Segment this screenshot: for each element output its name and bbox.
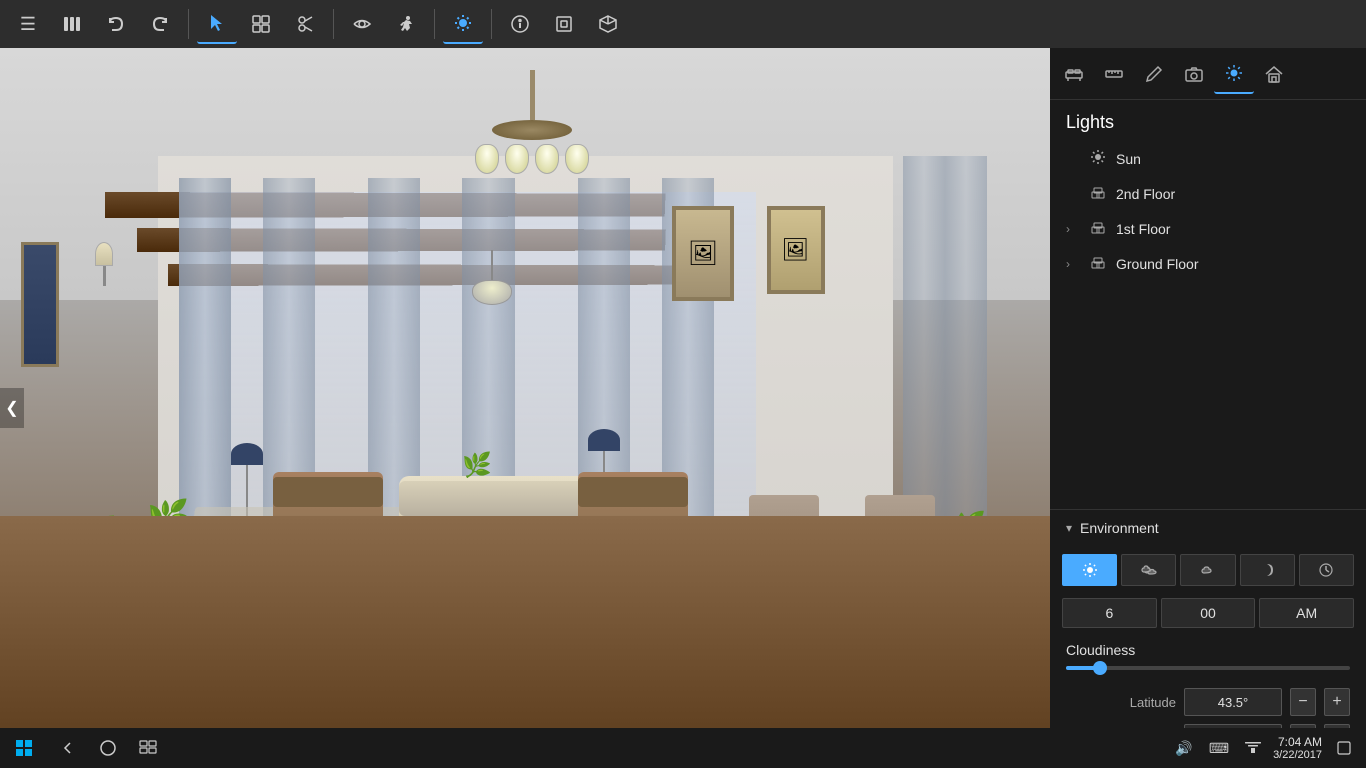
env-collapse-arrow: ▾ [1066,521,1072,535]
library-icon[interactable] [52,4,92,44]
left-nav-arrow[interactable]: ❮ [0,388,24,428]
panel-pencil-icon[interactable] [1134,54,1174,94]
hour-input[interactable] [1062,598,1157,628]
ampm-display: AM [1259,598,1354,628]
taskbar: 🔊 ⌨ 7:04 AM 3/22/2017 [0,728,1366,768]
pendant-light [462,250,522,305]
cortana-button[interactable] [88,728,128,768]
panel-home-icon[interactable] [1254,54,1294,94]
2nd-floor-light-label: 2nd Floor [1116,186,1175,202]
info-icon[interactable] [500,4,540,44]
env-time-inputs: AM [1050,594,1366,632]
eye-icon[interactable] [342,4,382,44]
artwork-left [21,242,59,367]
artwork-frame-1: 🖼 [672,206,734,301]
taskbar-speaker-icon[interactable]: 🔊 [1171,740,1196,757]
light-item-2nd-floor[interactable]: 2nd Floor [1050,176,1366,211]
redo-icon[interactable] [140,4,180,44]
panel-furniture-icon[interactable] [1054,54,1094,94]
plant-center: 🌿 [462,451,492,480]
main-viewport[interactable]: 🌿 🌿 🌿 🌿 🖼 🖼 ❮ [0,48,1050,768]
separator2 [333,9,334,39]
cube-icon[interactable] [588,4,628,44]
cloudiness-label: Cloudiness [1066,642,1350,658]
notification-button[interactable] [1330,734,1358,762]
task-view-button[interactable] [128,728,168,768]
cloudiness-slider-thumb[interactable] [1093,661,1107,675]
frame-icon[interactable] [544,4,584,44]
taskbar-keyboard-icon[interactable]: ⌨ [1205,740,1233,757]
ground-floor-light-label: Ground Floor [1116,256,1198,272]
clock: 7:04 AM 3/22/2017 [1273,735,1322,761]
lights-section: Lights Sun [1050,100,1366,509]
env-night-btn[interactable] [1240,554,1295,586]
undo-icon[interactable] [96,4,136,44]
separator3 [434,9,435,39]
light-item-1st-floor[interactable]: › 1st Floor [1050,211,1366,246]
panel-measure-icon[interactable] [1094,54,1134,94]
1st-floor-expand-arrow: › [1066,222,1080,236]
back-button[interactable] [48,728,88,768]
artwork-frame-2: 🖼 [767,206,825,294]
scissors-icon[interactable] [285,4,325,44]
1st-floor-light-label: 1st Floor [1116,221,1170,237]
env-clock-btn[interactable] [1299,554,1354,586]
chevron-left-icon: ❮ [5,398,18,418]
menu-icon[interactable]: ☰ [8,4,48,44]
clock-date: 3/22/2017 [1273,749,1322,761]
cloudiness-section: Cloudiness [1050,632,1366,680]
lights-title: Lights [1050,100,1366,141]
room-render: 🌿 🌿 🌿 🌿 🖼 🖼 ❮ [0,48,1050,768]
sun-toolbar-icon[interactable] [443,4,483,44]
ground-floor-light-icon [1090,254,1106,273]
snap-icon[interactable] [241,4,281,44]
latitude-label: Latitude [1066,695,1176,710]
environment-header[interactable]: ▾ Environment [1050,510,1366,546]
latitude-row: Latitude 43.5° − + [1066,688,1350,716]
sun-light-icon [1090,149,1106,168]
cloudiness-slider-track[interactable] [1066,666,1350,670]
start-button[interactable] [0,728,48,768]
panel-icon-row [1050,48,1366,100]
chandelier [462,70,602,176]
ground-floor-expand-arrow: › [1066,257,1080,271]
top-toolbar: ☰ [0,0,1366,48]
latitude-plus-btn[interactable]: + [1324,688,1350,716]
clock-time: 7:04 AM [1273,735,1322,749]
env-clear-btn[interactable] [1062,554,1117,586]
select-icon[interactable] [197,4,237,44]
taskbar-network-icon[interactable] [1241,740,1265,757]
taskbar-right: 🔊 ⌨ 7:04 AM 3/22/2017 [1171,734,1366,762]
latitude-minus-btn[interactable]: − [1290,688,1316,716]
minutes-input[interactable] [1161,598,1256,628]
separator1 [188,9,189,39]
2nd-floor-light-icon [1090,184,1106,203]
environment-title: Environment [1080,520,1159,536]
light-item-sun[interactable]: Sun [1050,141,1366,176]
separator4 [491,9,492,39]
latitude-value: 43.5° [1184,688,1282,716]
right-panel: Lights Sun [1050,48,1366,768]
panel-camera-icon[interactable] [1174,54,1214,94]
walk-icon[interactable] [386,4,426,44]
panel-sun-icon[interactable] [1214,54,1254,94]
light-item-ground-floor[interactable]: › Ground Floor [1050,246,1366,281]
env-time-buttons [1050,546,1366,594]
1st-floor-light-icon [1090,219,1106,238]
wall-sconce [95,242,115,286]
sun-light-label: Sun [1116,151,1141,167]
env-cloudy-btn[interactable] [1180,554,1235,586]
env-partly-cloudy-btn[interactable] [1121,554,1176,586]
